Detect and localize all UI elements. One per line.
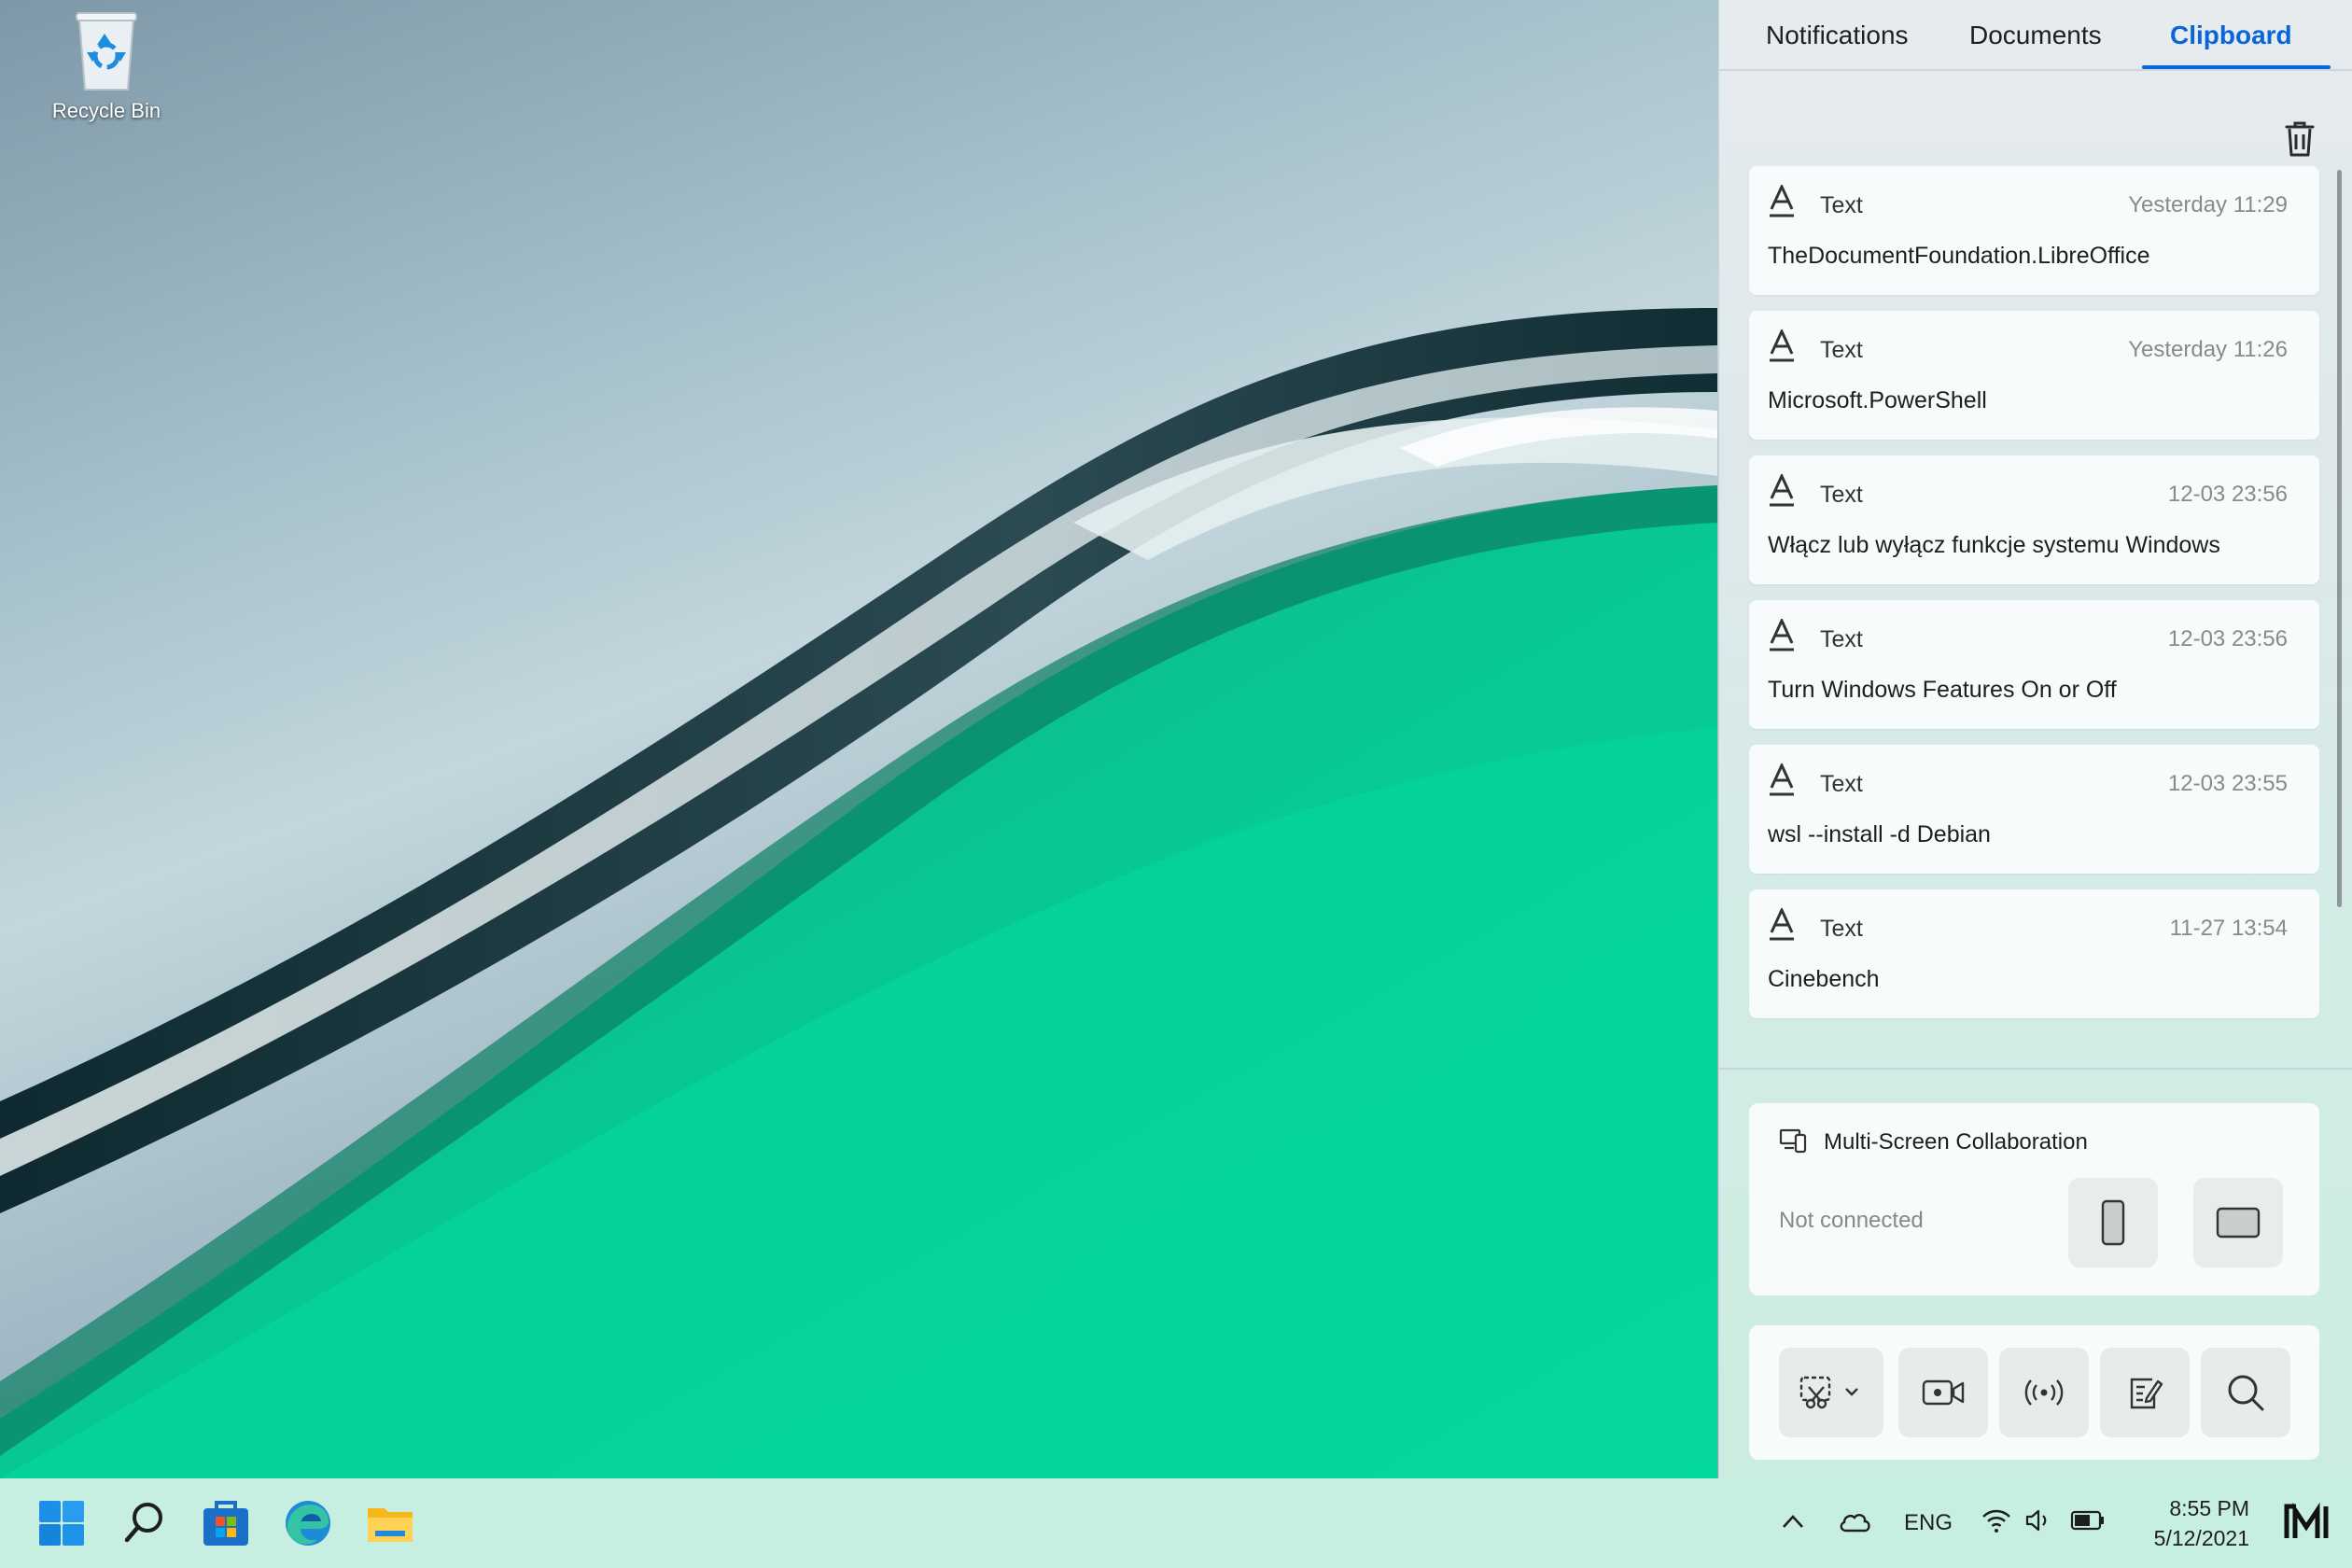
file-explorer-icon [368,1508,413,1542]
multi-screen-card: Multi-Screen Collaboration Not connected [1749,1103,2319,1295]
multi-screen-title: Multi-Screen Collaboration [1824,1129,2088,1155]
search-tool-button[interactable] [2201,1348,2290,1437]
quick-tools-card [1749,1325,2319,1460]
clipboard-item-type: Text [1820,482,1863,508]
panel-tabs: Notifications Documents Clipboard [1719,0,2352,71]
panel-divider [1719,1068,2352,1070]
clipboard-item-time: Yesterday 11:26 [2128,337,2288,362]
clipboard-item-type: Text [1820,337,1863,363]
input-language-indicator[interactable]: ENG [1904,1510,1953,1536]
text-type-icon [1770,185,1794,217]
screen-record-icon [1922,1379,1965,1406]
start-button[interactable] [34,1495,90,1551]
wifi-icon [1982,1509,2010,1533]
clipboard-item[interactable]: Text Yesterday 11:29 TheDocumentFoundati… [1749,166,2319,295]
desktop-icon-label: Recycle Bin [51,99,161,122]
tablet-icon [2216,1207,2261,1239]
wireless-projection-button[interactable] [1999,1348,2089,1437]
battery-button[interactable] [2070,1508,2106,1537]
desktop-icon-recycle-bin[interactable]: Recycle Bin [32,7,181,123]
clipboard-item-type: Text [1820,626,1863,652]
taskbar: ENG 8:55 PM 5/12/2021 [0,1478,2352,1568]
tab-notifications[interactable]: Notifications [1766,21,1909,50]
connect-phone-button[interactable] [2068,1178,2158,1267]
text-type-icon [1770,908,1794,941]
text-type-icon [1770,474,1794,507]
tab-documents[interactable]: Documents [1969,21,2102,50]
tab-clipboard[interactable]: Clipboard [2170,21,2292,50]
taskbar-store-button[interactable] [198,1495,254,1551]
clipboard-item-time: 12-03 23:56 [2167,626,2288,651]
clipboard-item-content: TheDocumentFoundation.LibreOffice [1768,243,2150,269]
clipboard-item-type: Text [1820,771,1863,797]
clipboard-item-time: 12-03 23:55 [2167,771,2288,796]
start-icon [39,1501,84,1546]
connect-tablet-button[interactable] [2193,1178,2283,1267]
phone-icon [2101,1199,2125,1246]
screenshot-button[interactable] [1779,1348,1883,1437]
network-button[interactable] [1981,1506,2012,1539]
clipboard-item-time: Yesterday 11:29 [2128,192,2288,217]
onedrive-button[interactable] [1837,1508,1872,1541]
notes-button[interactable] [2100,1348,2190,1437]
clipboard-item-content: Cinebench [1768,966,1880,992]
show-hidden-icons-button[interactable] [1779,1508,1807,1541]
recycle-bin-icon [74,7,139,93]
volume-button[interactable] [2023,1506,2053,1539]
clipboard-item[interactable]: Text 12-03 23:55 wsl --install -d Debian [1749,745,2319,874]
tab-active-indicator [2142,65,2331,69]
text-type-icon [1770,619,1794,651]
cloud-icon [1840,1514,1870,1533]
battery-icon [2070,1510,2104,1531]
multi-screen-status: Not connected [1779,1208,1924,1233]
wireless-projection-icon [2024,1379,2064,1406]
clipboard-item-content: Turn Windows Features On or Off [1768,677,2117,703]
clipboard-scrollbar[interactable] [2337,170,2342,907]
clipboard-item-content: Włącz lub wyłącz funkcje systemu Windows [1768,532,2220,558]
taskbar-file-explorer-button[interactable] [362,1495,418,1551]
text-type-icon [1770,763,1794,796]
clear-clipboard-button[interactable] [2277,116,2322,161]
speaker-icon [2025,1509,2047,1532]
taskbar-search-button[interactable] [116,1495,172,1551]
clock-date: 5/12/2021 [2153,1526,2249,1550]
screenshot-icon [1799,1376,1858,1409]
store-icon [203,1501,248,1546]
taskbar-edge-button[interactable] [280,1495,336,1551]
clipboard-item[interactable]: Text 12-03 23:56 Włącz lub wyłącz funkcj… [1749,455,2319,584]
clipboard-list: Text Yesterday 11:29 TheDocumentFoundati… [1749,166,2319,1034]
search-icon [2228,1375,2264,1411]
side-panel: Notifications Documents Clipboard Text Y… [1718,0,2352,1478]
clipboard-item[interactable]: Text Yesterday 11:26 Microsoft.PowerShel… [1749,311,2319,440]
chevron-up-icon [1783,1515,1803,1528]
clipboard-item[interactable]: Text 12-03 23:56 Turn Windows Features O… [1749,600,2319,729]
screen-record-button[interactable] [1898,1348,1988,1437]
edge-icon [286,1501,330,1546]
panel-toggle-button[interactable] [2283,1501,2330,1548]
clipboard-item-type: Text [1820,916,1863,942]
clipboard-item[interactable]: Text 11-27 13:54 Cinebench [1749,889,2319,1018]
search-icon [124,1503,162,1543]
clipboard-item-type: Text [1820,192,1863,218]
trash-icon [2285,121,2315,157]
clipboard-item-time: 11-27 13:54 [2169,916,2288,941]
clipboard-item-time: 12-03 23:56 [2167,482,2288,507]
multi-screen-icon [1779,1128,1807,1154]
clipboard-item-content: Microsoft.PowerShell [1768,387,1987,413]
taskbar-clock[interactable]: 8:55 PM 5/12/2021 [2119,1493,2249,1553]
huawei-pc-manager-icon [2284,1502,2329,1538]
clock-time: 8:55 PM [2169,1496,2249,1520]
notes-icon [2130,1378,2163,1409]
clipboard-item-content: wsl --install -d Debian [1768,821,1991,847]
text-type-icon [1770,329,1794,362]
